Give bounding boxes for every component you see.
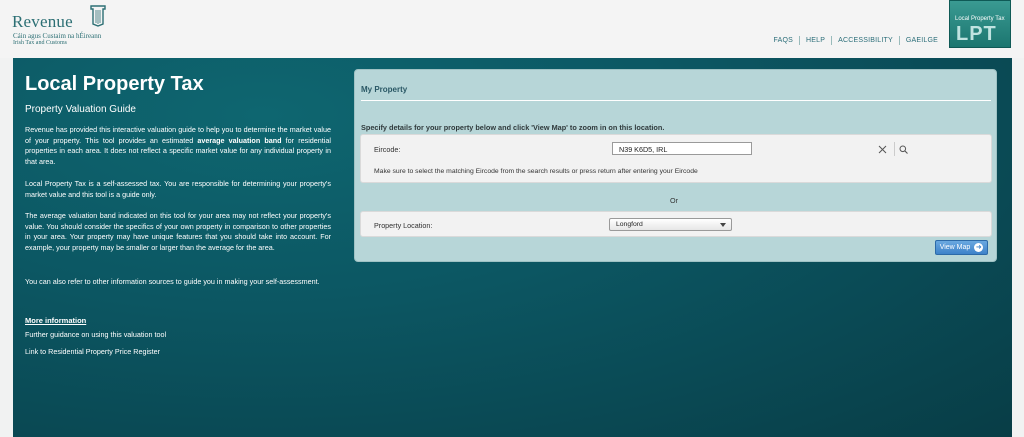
view-map-label: View Map bbox=[939, 244, 971, 251]
search-icon[interactable] bbox=[894, 142, 911, 156]
page-subtitle: Property Valuation Guide bbox=[25, 104, 136, 115]
link-gaeilge[interactable]: GAEILGE bbox=[898, 36, 944, 45]
my-property-card: My Property Specify details for your pro… bbox=[354, 69, 997, 262]
intro-paragraph: Revenue has provided this interactive va… bbox=[25, 125, 331, 167]
lpt-badge-caption: Local Property Tax bbox=[955, 16, 1005, 22]
location-row: Property Location: Longford bbox=[360, 211, 992, 237]
lpt-badge-text: LPT bbox=[956, 23, 997, 45]
location-label: Property Location: bbox=[374, 221, 433, 230]
logo-title: Revenue bbox=[12, 12, 73, 31]
top-links: FAQS HELP ACCESSIBILITY GAEILGE bbox=[768, 36, 944, 45]
valuation-band-paragraph: The average valuation band indicated on … bbox=[25, 211, 331, 252]
card-title: My Property bbox=[361, 85, 408, 94]
guidance-link[interactable]: Further guidance on using this valuation… bbox=[25, 330, 166, 339]
arrow-right-icon: ➜ bbox=[974, 243, 984, 252]
chevron-down-icon bbox=[720, 223, 726, 227]
self-assessed-paragraph: Local Property Tax is a self-assessed ta… bbox=[25, 179, 331, 199]
location-selected-value: Longford bbox=[616, 221, 643, 228]
site-header: Revenue Cáin agus Custaim na hÉireann Ir… bbox=[0, 0, 1024, 58]
eircode-hint: Make sure to select the matching Eircode… bbox=[374, 168, 698, 175]
view-map-button[interactable]: View Map ➜ bbox=[935, 240, 988, 255]
link-accessibility[interactable]: ACCESSIBILITY bbox=[831, 36, 899, 45]
or-separator: Or bbox=[670, 196, 678, 205]
lpt-badge[interactable]: Local Property Tax LPT bbox=[949, 0, 1011, 48]
logo-subtitle-irish: Cáin agus Custaim na hÉireann bbox=[13, 32, 102, 40]
eircode-input[interactable]: N39 K6D5, IRL bbox=[612, 142, 752, 155]
eircode-label: Eircode: bbox=[374, 145, 401, 154]
intro-text-bold: average valuation band bbox=[197, 135, 282, 145]
more-information-heading: More information bbox=[25, 316, 87, 325]
card-divider bbox=[361, 100, 991, 101]
clear-icon[interactable] bbox=[874, 142, 891, 156]
logo-subtitle-english: Irish Tax and Customs bbox=[13, 40, 67, 46]
other-sources-paragraph: You can also refer to other information … bbox=[25, 277, 320, 286]
eircode-row: Eircode: N39 K6D5, IRL Make sure to sele… bbox=[360, 134, 992, 183]
page-title: Local Property Tax bbox=[25, 73, 204, 95]
link-faqs[interactable]: FAQS bbox=[768, 36, 799, 45]
harp-icon bbox=[90, 5, 106, 27]
revenue-logo[interactable]: Revenue Cáin agus Custaim na hÉireann Ir… bbox=[12, 4, 122, 50]
link-help[interactable]: HELP bbox=[799, 36, 831, 45]
card-instructions: Specify details for your property below … bbox=[361, 123, 665, 132]
price-register-link[interactable]: Link to Residential Property Price Regis… bbox=[25, 347, 160, 356]
location-select[interactable]: Longford bbox=[609, 218, 732, 231]
